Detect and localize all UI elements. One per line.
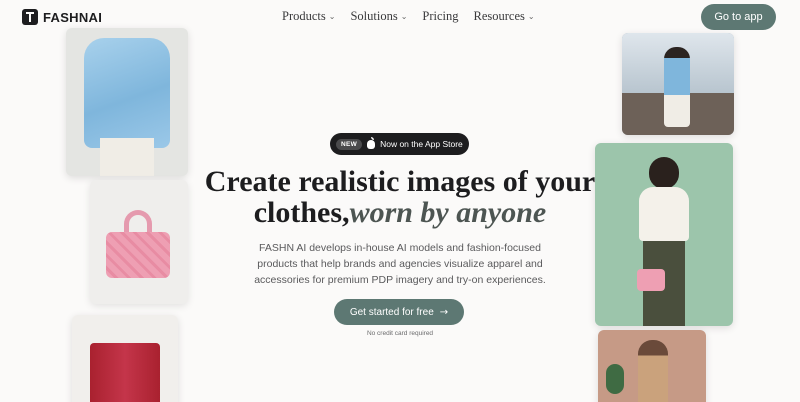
go-to-app-button[interactable]: Go to app	[701, 4, 776, 30]
logo-icon	[22, 9, 38, 25]
nav-links: Products ⌄ Solutions ⌄ Pricing Resources ⌄	[282, 9, 535, 24]
no-credit-card-note: No credit card required	[366, 330, 434, 337]
headline-emphasis: worn by anyone	[349, 196, 547, 229]
app-store-label: Now on the App Store	[380, 139, 463, 149]
hero-headline: Create realistic images of your clothes,…	[204, 165, 596, 229]
top-navigation: FASHNAI Products ⌄ Solutions ⌄ Pricing Res…	[0, 0, 800, 33]
nav-item-products[interactable]: Products ⌄	[282, 9, 335, 24]
brand-logo[interactable]: FASHNAI	[22, 9, 102, 25]
brand-name: FASHNAI	[43, 9, 103, 25]
get-started-label: Get started for free	[349, 306, 434, 318]
product-image-blue-shirt	[66, 28, 188, 176]
nav-item-resources[interactable]: Resources ⌄	[474, 9, 535, 24]
product-image-red-skirt	[72, 315, 178, 402]
chevron-down-icon: ⌄	[527, 12, 535, 21]
model-image-street	[622, 33, 734, 135]
product-image-pink-bag	[90, 180, 188, 304]
get-started-button[interactable]: Get started for free →	[334, 299, 464, 325]
nav-item-solutions[interactable]: Solutions ⌄	[350, 9, 407, 24]
hero-description: FASHN AI develops in-house AI models and…	[254, 242, 546, 286]
apple-icon	[367, 136, 376, 149]
chevron-down-icon: ⌄	[328, 12, 336, 21]
model-image-studio	[595, 143, 733, 326]
chevron-down-icon: ⌄	[400, 12, 408, 21]
arrow-right-icon: →	[439, 306, 449, 318]
nav-item-pricing[interactable]: Pricing	[422, 9, 458, 24]
model-image-interior	[598, 330, 706, 402]
new-tag: NEW	[336, 138, 363, 150]
app-store-badge[interactable]: NEW Now on the App Store	[330, 133, 469, 155]
